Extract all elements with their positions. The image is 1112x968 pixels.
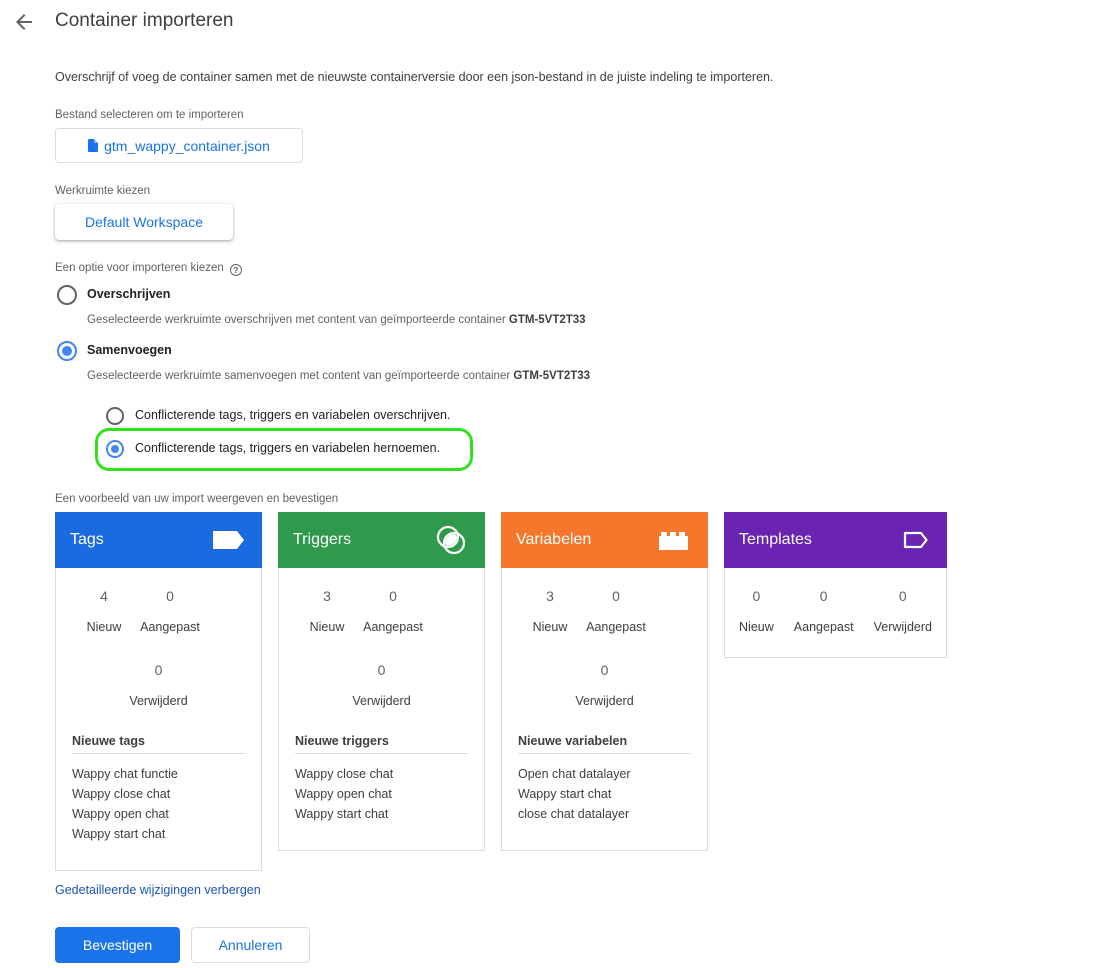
file-icon: [88, 139, 99, 152]
preview-card-triggers: Triggers 3 Nieuw 0 Aangepast 0 Verwijder…: [278, 512, 485, 851]
tag-icon: [213, 531, 244, 549]
list-item: Wappy open chat: [295, 787, 392, 801]
stat-deleted-label: Verwijderd: [352, 694, 411, 708]
workspace-select-button[interactable]: Default Workspace: [55, 204, 233, 240]
card-header: Templates: [724, 512, 947, 568]
stat-new-value: 0: [752, 588, 761, 604]
stat-modified-label: Aangepast: [586, 620, 646, 634]
card-title: Variabelen: [516, 531, 592, 548]
template-tag-outline-icon: [903, 531, 928, 549]
stat-deleted: 0 Verwijderd: [279, 662, 484, 708]
select-file-button[interactable]: gtm_wappy_container.json: [55, 128, 303, 163]
card-title: Tags: [70, 531, 104, 548]
container-id: GTM-5VT2T33: [508, 314, 586, 326]
stat-new-value: 3: [546, 588, 554, 604]
radio-overwrite[interactable]: [57, 285, 77, 305]
stat-new-label: Nieuw: [309, 620, 345, 634]
list-item: Wappy start chat: [72, 827, 166, 841]
radio-merge-overwrite-conflicts[interactable]: [106, 407, 124, 425]
radio-merge[interactable]: [57, 341, 77, 361]
merge-overwrite-conflicts-label: Conflicterende tags, triggers en variabe…: [135, 408, 451, 422]
radio-merge-rename-conflicts[interactable]: [106, 440, 124, 458]
card-header: Tags: [55, 512, 262, 568]
new-items-list: Nieuwe variabelen Open chat datalayer Wa…: [502, 734, 707, 832]
option-merge-label: Samenvoegen: [87, 343, 172, 357]
list-title: Nieuwe triggers: [295, 734, 468, 754]
stat-deleted-label: Verwijderd: [575, 694, 634, 708]
stat-modified-value: 0: [819, 588, 828, 604]
confirm-button[interactable]: Bevestigen: [55, 927, 180, 963]
stat-new: 4 Nieuw: [78, 588, 130, 634]
preview-label: Een voorbeeld van uw import weergeven en…: [55, 493, 339, 505]
stat-new: 0 Nieuw: [739, 588, 774, 634]
stat-new-label: Nieuw: [86, 620, 122, 634]
stat-modified-label: Aangepast: [363, 620, 423, 634]
stat-modified: 0 Aangepast: [130, 588, 210, 634]
container-id: GTM-5VT2T33: [513, 370, 591, 382]
stat-modified-value: 0: [166, 588, 174, 604]
stat-new: 3 Nieuw: [301, 588, 353, 634]
stat-new-label: Nieuw: [532, 620, 568, 634]
stat-deleted-label: Verwijderd: [129, 694, 188, 708]
card-header: Variabelen: [501, 512, 708, 568]
preview-card-tags: Tags 4 Nieuw 0 Aangepast 0 Verwijderd Ni…: [55, 512, 262, 871]
new-items-list: Nieuwe triggers Wappy close chat Wappy o…: [279, 734, 484, 832]
stat-deleted: 0 Verwijderd: [56, 662, 261, 708]
stat-new: 3 Nieuw: [524, 588, 576, 634]
merge-rename-conflicts-label: Conflicterende tags, triggers en variabe…: [135, 441, 441, 455]
stat-modified-value: 0: [389, 588, 397, 604]
file-name: gtm_wappy_container.json: [104, 137, 270, 154]
page-title: Container importeren: [55, 10, 234, 31]
list-item: Wappy open chat: [72, 807, 169, 821]
stat-modified-value: 0: [612, 588, 620, 604]
list-title: Nieuwe variabelen: [518, 734, 691, 754]
stat-deleted-value: 0: [154, 662, 163, 678]
stat-new-label: Nieuw: [739, 620, 774, 634]
variable-block-icon: [659, 532, 688, 550]
stat-deleted: 0 Verwijderd: [874, 588, 932, 634]
stat-modified-label: Aangepast: [140, 620, 200, 634]
trigger-icon: [436, 525, 466, 555]
stat-deleted-label: Verwijderd: [873, 620, 932, 634]
stat-modified: 0 Aangepast: [576, 588, 656, 634]
import-option-label-text: Een optie voor importeren kiezen: [55, 262, 224, 274]
list-item: Wappy close chat: [295, 767, 394, 781]
stat-new-value: 4: [100, 588, 108, 604]
stat-deleted-value: 0: [898, 588, 907, 604]
stat-deleted-value: 0: [377, 662, 386, 678]
hide-detailed-changes-link[interactable]: Gedetailleerde wijzigingen verbergen: [55, 883, 261, 897]
stat-modified: 0 Aangepast: [353, 588, 433, 634]
option-overwrite-description: Geselecteerde werkruimte overschrijven m…: [87, 314, 586, 326]
list-item: close chat datalayer: [518, 807, 630, 821]
stat-new-value: 3: [323, 588, 331, 604]
option-merge-description-text: Geselecteerde werkruimte samenvoegen met…: [87, 370, 514, 382]
arrow-left-icon[interactable]: [12, 10, 36, 34]
option-merge-description: Geselecteerde werkruimte samenvoegen met…: [87, 370, 590, 382]
stat-modified: 0 Aangepast: [794, 588, 854, 634]
card-title: Templates: [739, 531, 812, 548]
list-item: Wappy chat functie: [72, 767, 178, 781]
help-icon[interactable]: ?: [229, 264, 242, 276]
list-item: Wappy start chat: [295, 807, 389, 821]
import-option-label: Een optie voor importeren kiezen?: [55, 262, 242, 276]
card-title: Triggers: [293, 531, 352, 548]
stat-deleted: 0 Verwijderd: [502, 662, 707, 708]
list-item: Wappy start chat: [518, 787, 612, 801]
list-title: Nieuwe tags: [72, 734, 245, 754]
list-item: Open chat datalayer: [518, 767, 631, 781]
list-item: Wappy close chat: [72, 787, 171, 801]
new-items-list: Nieuwe tags Wappy chat functie Wappy clo…: [56, 734, 261, 852]
card-header: Triggers: [278, 512, 485, 568]
file-section-label: Bestand selecteren om te importeren: [55, 109, 244, 121]
cancel-button[interactable]: Annuleren: [191, 927, 310, 963]
workspace-section-label: Werkruimte kiezen: [55, 185, 151, 197]
intro-text: Overschrijf of voeg de container samen m…: [55, 70, 774, 84]
preview-card-templates: Templates 0 Nieuw 0 Aangepast 0 Verwijde…: [724, 512, 947, 658]
stat-deleted-value: 0: [600, 662, 609, 678]
option-overwrite-description-text: Geselecteerde werkruimte overschrijven m…: [87, 314, 509, 326]
option-overwrite-label: Overschrijven: [87, 287, 171, 301]
stat-modified-label: Aangepast: [793, 620, 854, 634]
preview-card-variables: Variabelen 3 Nieuw 0 Aangepast 0 Verwijd…: [501, 512, 708, 851]
